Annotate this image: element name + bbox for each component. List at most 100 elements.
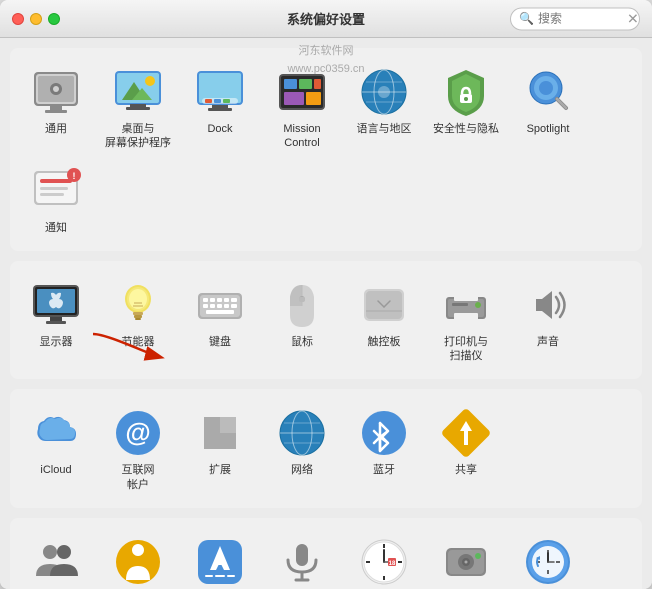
bluetooth-icon bbox=[358, 407, 410, 459]
keyboard-label: 键盘 bbox=[209, 335, 231, 349]
hardware-grid: 显示器 bbox=[15, 271, 637, 370]
notice-label: 通知 bbox=[45, 221, 67, 235]
energy-icon bbox=[112, 279, 164, 331]
svg-text:@: @ bbox=[125, 417, 150, 447]
svg-text:18: 18 bbox=[389, 561, 396, 567]
security-label: 安全性与隐私 bbox=[433, 122, 499, 136]
notice-icon: ! bbox=[30, 165, 82, 217]
preferences-content: 通用 bbox=[0, 38, 652, 589]
clear-search-button[interactable]: ✕ bbox=[627, 10, 639, 27]
maximize-button[interactable] bbox=[48, 13, 60, 25]
pref-language[interactable]: 语言与地区 bbox=[343, 58, 425, 157]
parental-icon bbox=[112, 536, 164, 588]
bluetooth-label: 蓝牙 bbox=[373, 463, 395, 477]
pref-mouse[interactable]: 鼠标 bbox=[261, 271, 343, 370]
desktop-icon bbox=[112, 66, 164, 118]
desktop-label: 桌面与屏幕保护程序 bbox=[105, 122, 171, 151]
tongyong-icon bbox=[30, 66, 82, 118]
keyboard-icon bbox=[194, 279, 246, 331]
section-system: 用户与群组 家长控制 bbox=[10, 518, 642, 589]
icloud-icon bbox=[30, 407, 82, 459]
network-label: 网络 bbox=[291, 463, 313, 477]
pref-trackpad[interactable]: 触控板 bbox=[343, 271, 425, 370]
mouse-icon bbox=[276, 279, 328, 331]
system-grid: 用户与群组 家长控制 bbox=[15, 528, 637, 589]
display-label: 显示器 bbox=[40, 335, 73, 349]
pref-sharing[interactable]: 共享 bbox=[425, 399, 507, 498]
pref-dock[interactable]: Dock bbox=[179, 58, 261, 157]
pref-icloud[interactable]: iCloud bbox=[15, 399, 97, 498]
sound-label: 声音 bbox=[537, 335, 559, 349]
startup-icon bbox=[440, 536, 492, 588]
section-internet: iCloud @ 互联网帐户 bbox=[10, 389, 642, 508]
language-label: 语言与地区 bbox=[357, 122, 412, 136]
trackpad-label: 触控板 bbox=[368, 335, 401, 349]
dictation-icon bbox=[276, 536, 328, 588]
search-input[interactable] bbox=[538, 12, 623, 26]
pref-energy[interactable]: 节能器 bbox=[97, 271, 179, 370]
pref-appstore[interactable]: App Store bbox=[179, 528, 261, 589]
pref-bluetooth[interactable]: 蓝牙 bbox=[343, 399, 425, 498]
minimize-button[interactable] bbox=[30, 13, 42, 25]
pref-dictation[interactable]: 听写与语音 bbox=[261, 528, 343, 589]
search-icon: 🔍 bbox=[519, 12, 534, 26]
section-hardware: 显示器 bbox=[10, 261, 642, 380]
pref-keyboard[interactable]: 键盘 bbox=[179, 271, 261, 370]
internet-accounts-label: 互联网帐户 bbox=[122, 463, 155, 492]
dock-label: Dock bbox=[207, 122, 232, 136]
pref-tongyong[interactable]: 通用 bbox=[15, 58, 97, 157]
pref-display[interactable]: 显示器 bbox=[15, 271, 97, 370]
pref-datetime[interactable]: 18 日期与时间 bbox=[343, 528, 425, 589]
printer-icon bbox=[440, 279, 492, 331]
pref-mission[interactable]: MissionControl bbox=[261, 58, 343, 157]
window-title: 系统偏好设置 bbox=[287, 9, 365, 28]
pref-spotlight[interactable]: Spotlight bbox=[507, 58, 589, 157]
personal-grid: 通用 bbox=[15, 58, 637, 241]
internet-grid: iCloud @ 互联网帐户 bbox=[15, 399, 637, 498]
close-button[interactable] bbox=[12, 13, 24, 25]
pref-notice[interactable]: ! 通知 bbox=[15, 157, 97, 241]
internet-accounts-icon: @ bbox=[112, 407, 164, 459]
spotlight-label: Spotlight bbox=[527, 122, 570, 136]
energy-label: 节能器 bbox=[122, 335, 155, 349]
printer-label: 打印机与扫描仪 bbox=[444, 335, 488, 364]
titlebar: 系统偏好设置 🔍 ✕ bbox=[0, 0, 652, 38]
pref-sound[interactable]: 声音 bbox=[507, 271, 589, 370]
spotlight-icon bbox=[522, 66, 574, 118]
dock-icon bbox=[194, 66, 246, 118]
traffic-lights bbox=[12, 13, 60, 25]
mission-label: MissionControl bbox=[283, 122, 320, 151]
appstore-icon bbox=[194, 536, 246, 588]
timemachine-icon bbox=[522, 536, 574, 588]
sound-icon bbox=[522, 279, 574, 331]
sharing-icon bbox=[440, 407, 492, 459]
pref-printer[interactable]: 打印机与扫描仪 bbox=[425, 271, 507, 370]
icloud-label: iCloud bbox=[40, 463, 71, 477]
mouse-label: 鼠标 bbox=[291, 335, 313, 349]
sharing-label: 共享 bbox=[455, 463, 477, 477]
system-preferences-window: 河东软件网 www.pc0359.cn 系统偏好设置 🔍 ✕ bbox=[0, 0, 652, 589]
pref-network[interactable]: 网络 bbox=[261, 399, 343, 498]
language-icon bbox=[358, 66, 410, 118]
users-icon bbox=[30, 536, 82, 588]
extensions-label: 扩展 bbox=[209, 463, 231, 477]
tongyong-label: 通用 bbox=[45, 122, 67, 136]
pref-extensions[interactable]: 扩展 bbox=[179, 399, 261, 498]
pref-startup[interactable]: 启动磁盘 bbox=[425, 528, 507, 589]
network-icon bbox=[276, 407, 328, 459]
pref-internet-accounts[interactable]: @ 互联网帐户 bbox=[97, 399, 179, 498]
display-icon bbox=[30, 279, 82, 331]
pref-security[interactable]: 安全性与隐私 bbox=[425, 58, 507, 157]
datetime-icon: 18 bbox=[358, 536, 410, 588]
section-personal: 通用 bbox=[10, 48, 642, 251]
search-box[interactable]: 🔍 ✕ bbox=[510, 7, 640, 30]
pref-timemachine[interactable]: Time Machine bbox=[507, 528, 589, 589]
mission-icon bbox=[276, 66, 328, 118]
security-icon bbox=[440, 66, 492, 118]
pref-parental[interactable]: 家长控制 bbox=[97, 528, 179, 589]
extensions-icon bbox=[194, 407, 246, 459]
pref-users[interactable]: 用户与群组 bbox=[15, 528, 97, 589]
pref-desktop[interactable]: 桌面与屏幕保护程序 bbox=[97, 58, 179, 157]
trackpad-icon bbox=[358, 279, 410, 331]
svg-text:!: ! bbox=[73, 171, 76, 181]
